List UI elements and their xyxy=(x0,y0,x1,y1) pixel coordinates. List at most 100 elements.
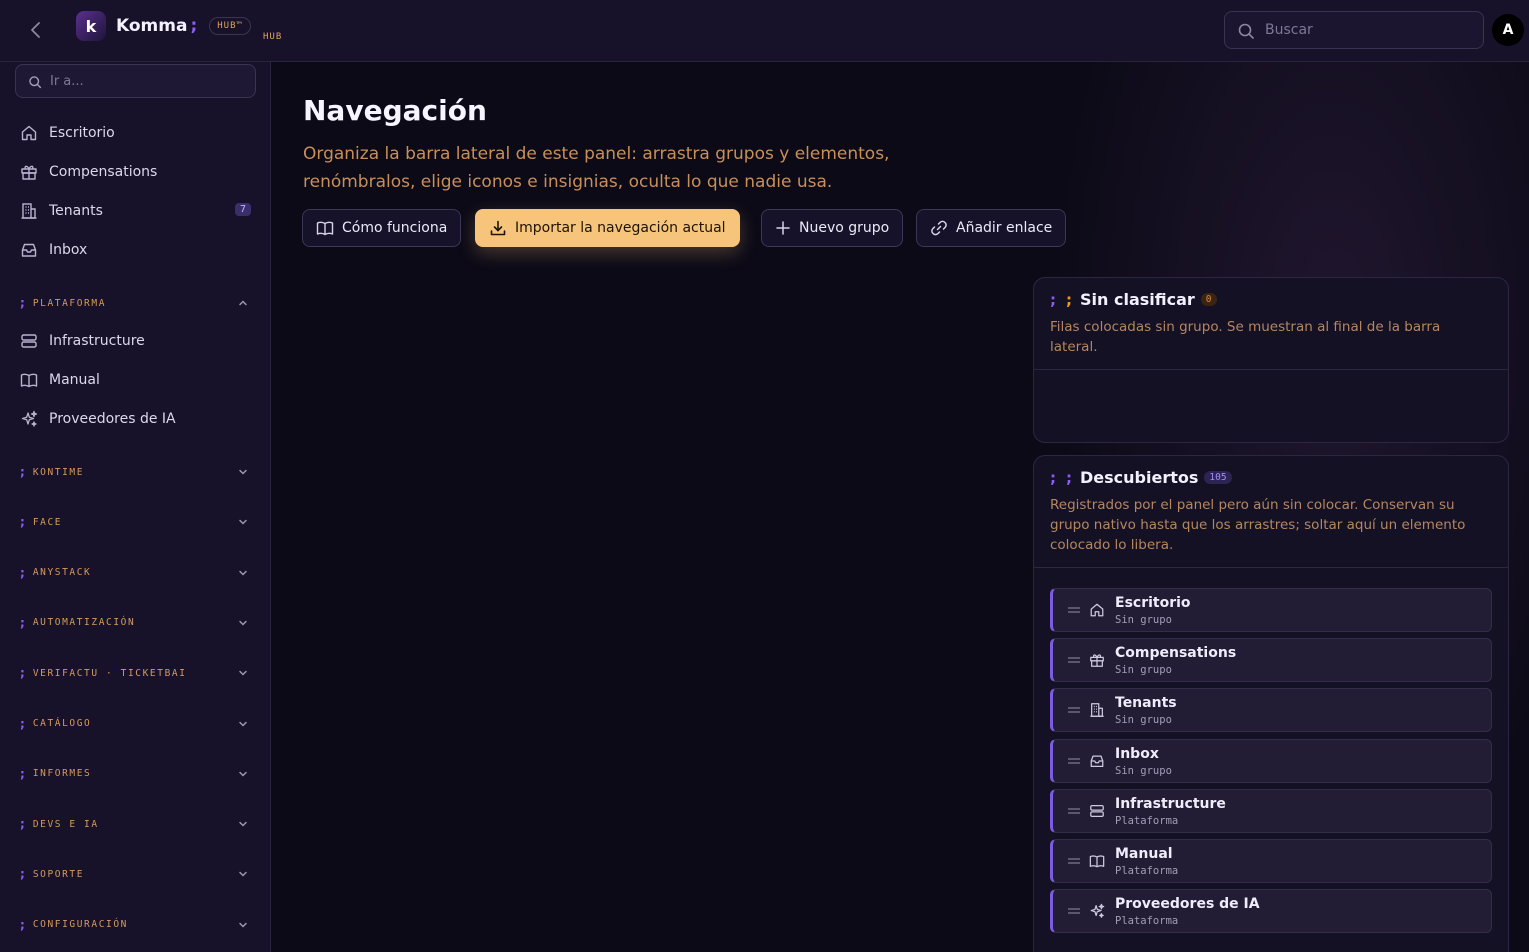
sidebar-item-escritorio[interactable]: Escritorio xyxy=(10,116,261,150)
group-semicolon: ; xyxy=(20,766,25,781)
gift-icon xyxy=(21,165,37,180)
chevron-down-icon xyxy=(239,469,247,475)
sidebar-search[interactable] xyxy=(15,64,256,98)
back-button[interactable] xyxy=(22,16,50,44)
drag-handle-icon[interactable] xyxy=(1067,606,1081,614)
group-label: KONTIME xyxy=(32,466,85,478)
sidebar: Escritorio Compensations Tenants 7 Inbox… xyxy=(0,62,271,952)
add-link-button[interactable]: Añadir enlace xyxy=(916,209,1067,247)
sidebar-item-manual[interactable]: Manual xyxy=(10,363,261,397)
discovered-row[interactable]: Infrastructure Plataforma xyxy=(1050,788,1492,833)
sidebar-group-configuraci-n[interactable]: ; CONFIGURACIÓN xyxy=(10,913,261,937)
group-semicolon: ; xyxy=(20,716,25,731)
discovered-count-badge: 105 xyxy=(1204,471,1232,484)
server-icon xyxy=(21,334,37,348)
building-icon xyxy=(1090,703,1104,718)
discovered-row[interactable]: Inbox Sin grupo xyxy=(1050,738,1492,783)
chevron-down-icon xyxy=(239,721,247,727)
group-semicolon: ; xyxy=(20,565,25,580)
how-it-works-label: Cómo funciona xyxy=(342,220,448,236)
semicolon-mark: ; xyxy=(1050,468,1056,487)
chevron-left-icon xyxy=(31,22,40,38)
drag-handle-icon[interactable] xyxy=(1067,757,1081,765)
sparkles-icon xyxy=(1090,903,1105,919)
sidebar-item-label: Proveedores de IA xyxy=(49,411,176,427)
new-group-button[interactable]: Nuevo grupo xyxy=(761,209,904,247)
inbox-icon xyxy=(1090,755,1104,767)
unclassified-dropzone[interactable] xyxy=(1034,370,1508,440)
import-navigation-button[interactable]: Importar la navegación actual xyxy=(475,209,740,247)
sparkles-icon xyxy=(21,410,38,427)
row-group: Sin grupo xyxy=(1115,714,1172,727)
group-semicolon: ; xyxy=(20,465,25,479)
discovered-row[interactable]: Proveedores de IA Plataforma xyxy=(1050,889,1492,934)
sidebar-item-label: Manual xyxy=(49,372,100,388)
chevron-down-icon xyxy=(239,620,247,626)
sidebar-group-cat-logo[interactable]: ; CATÁLOGO xyxy=(10,712,261,736)
discovered-row[interactable]: Escritorio Sin grupo xyxy=(1050,588,1492,632)
group-label: INFORMES xyxy=(32,768,92,780)
sidebar-item-infrastructure[interactable]: Infrastructure xyxy=(10,324,261,358)
sidebar-group-automatizaci-n[interactable]: ; AUTOMATIZACIÓN xyxy=(10,611,261,635)
brand-name: Komma xyxy=(116,16,188,36)
row-name: Inbox xyxy=(1115,745,1159,762)
hub-pill: HUB™ xyxy=(209,17,251,35)
sidebar-group-verifactu-ticketbai[interactable]: ; VERIFACTU · TICKETBAI xyxy=(10,661,261,685)
new-group-label: Nuevo grupo xyxy=(799,220,890,236)
link-icon xyxy=(931,220,947,236)
page-description: Organiza la barra lateral de este panel:… xyxy=(303,144,890,192)
sidebar-group-anystack[interactable]: ; ANYSTACK xyxy=(10,561,261,585)
book-icon xyxy=(1089,855,1105,868)
row-name: Proveedores de IA xyxy=(1115,896,1260,913)
sidebar-item-tenants[interactable]: Tenants 7 xyxy=(10,194,261,228)
sidebar-item-label: Compensations xyxy=(49,164,158,180)
semicolon-mark: ; xyxy=(1066,468,1072,487)
sidebar-group-devs-e-ia[interactable]: ; DEVS E IA xyxy=(10,812,261,836)
global-search[interactable] xyxy=(1224,11,1484,49)
discovered-description: Registrados por el panel pero aún sin co… xyxy=(1050,497,1466,553)
group-label: CATÁLOGO xyxy=(32,718,92,729)
sidebar-item-proveedores-ia[interactable]: Proveedores de IA xyxy=(10,402,261,436)
plus-icon xyxy=(776,221,790,235)
home-icon xyxy=(21,125,37,141)
sidebar-group-face[interactable]: ; FACE xyxy=(10,510,261,534)
discovered-row[interactable]: Manual Plataforma xyxy=(1050,839,1492,883)
search-icon xyxy=(1238,23,1254,39)
home-icon xyxy=(1090,603,1104,617)
semicolon-mark: ; xyxy=(1066,290,1072,309)
semicolon-mark: ; xyxy=(1050,290,1056,309)
drag-handle-icon[interactable] xyxy=(1067,807,1081,815)
group-semicolon: ; xyxy=(20,917,25,932)
avatar[interactable]: A xyxy=(1492,14,1524,46)
group-semicolon: ; xyxy=(20,817,25,832)
sidebar-group-plataforma[interactable]: ; PLATAFORMA xyxy=(10,291,261,315)
row-group: Sin grupo xyxy=(1115,614,1172,626)
sidebar-search-input[interactable] xyxy=(50,65,250,97)
drag-handle-icon[interactable] xyxy=(1067,656,1081,664)
sidebar-group-kontime[interactable]: ; KONTIME xyxy=(10,460,261,484)
group-semicolon: ; xyxy=(20,867,25,882)
drag-handle-icon[interactable] xyxy=(1067,857,1081,865)
sidebar-item-inbox[interactable]: Inbox xyxy=(10,233,261,267)
sidebar-group-soporte[interactable]: ; SOPORTE xyxy=(10,862,261,886)
sidebar-group-informes[interactable]: ; INFORMES xyxy=(10,762,261,786)
discovered-title: Descubiertos xyxy=(1080,468,1199,487)
chevron-down-icon xyxy=(239,520,247,525)
brand[interactable]: k Komma ; HUB™ xyxy=(76,11,251,41)
row-group: Sin grupo xyxy=(1115,764,1172,777)
discovered-row[interactable]: Tenants Sin grupo xyxy=(1050,688,1492,733)
group-label: SOPORTE xyxy=(32,868,85,880)
group-label: ANYSTACK xyxy=(32,567,92,579)
discovered-row[interactable]: Compensations Sin grupo xyxy=(1050,638,1492,683)
sidebar-item-label: Escritorio xyxy=(49,125,115,141)
group-semicolon: ; xyxy=(20,296,25,310)
unclassified-panel[interactable]: ; ; Sin clasificar 0 Filas colocadas sin… xyxy=(1033,277,1509,443)
add-link-label: Añadir enlace xyxy=(956,220,1053,236)
how-it-works-button[interactable]: Cómo funciona xyxy=(302,209,462,247)
global-search-input[interactable] xyxy=(1265,12,1475,48)
drag-handle-icon[interactable] xyxy=(1067,706,1081,714)
group-semicolon: ; xyxy=(20,515,25,530)
unclassified-title: Sin clasificar xyxy=(1080,290,1195,309)
sidebar-item-compensations[interactable]: Compensations xyxy=(10,155,261,189)
drag-handle-icon[interactable] xyxy=(1067,907,1081,915)
